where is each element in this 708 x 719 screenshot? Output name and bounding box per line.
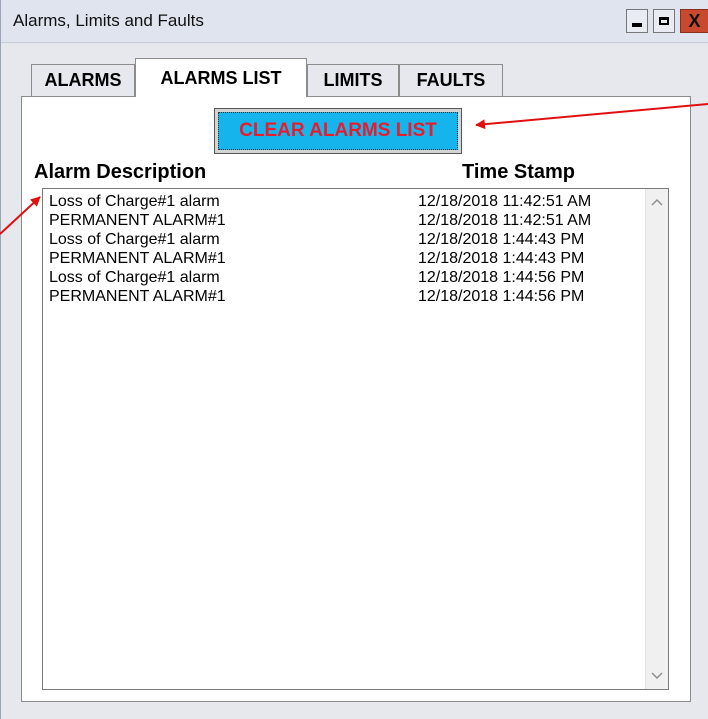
title-bar[interactable]: Alarms, Limits and Faults X (1, 0, 708, 43)
tab-faults[interactable]: FAULTS (399, 64, 503, 96)
tab-alarms[interactable]: ALARMS (31, 64, 135, 96)
alarm-timestamp: 12/18/2018 1:44:43 PM (418, 231, 585, 248)
alarm-timestamp: 12/18/2018 11:42:51 AM (418, 212, 592, 229)
tab-alarms-list[interactable]: ALARMS LIST (135, 58, 307, 97)
chevron-down-icon (651, 672, 663, 679)
alarm-timestamp: 12/18/2018 1:44:43 PM (418, 250, 585, 267)
alarm-timestamp: 12/18/2018 1:44:56 PM (418, 288, 585, 305)
clear-alarms-list-label: CLEAR ALARMS LIST (218, 112, 458, 150)
alarms-list-panel: CLEAR ALARMS LIST Alarm Description Time… (21, 96, 691, 702)
table-row[interactable]: PERMANENT ALARM#1 12/18/2018 1:44:56 PM (43, 288, 643, 307)
table-row[interactable]: PERMANENT ALARM#1 12/18/2018 11:42:51 AM (43, 212, 643, 231)
scroll-down-button[interactable] (646, 665, 668, 687)
alarm-description: PERMANENT ALARM#1 (49, 250, 226, 267)
alarms-listbox[interactable]: Loss of Charge#1 alarm 12/18/2018 11:42:… (42, 188, 669, 690)
tab-limits[interactable]: LIMITS (307, 64, 399, 96)
close-button[interactable]: X (680, 9, 708, 33)
alarm-description: PERMANENT ALARM#1 (49, 212, 226, 229)
column-header-description: Alarm Description (34, 161, 207, 183)
alarm-description: PERMANENT ALARM#1 (49, 288, 226, 305)
alarms-window: Alarms, Limits and Faults X ALARMS ALARM… (0, 0, 708, 719)
table-row[interactable]: Loss of Charge#1 alarm 12/18/2018 1:44:4… (43, 231, 643, 250)
close-icon: X (688, 10, 701, 31)
scroll-up-button[interactable] (646, 191, 668, 213)
alarm-timestamp: 12/18/2018 1:44:56 PM (418, 269, 585, 286)
minimize-icon (632, 23, 642, 27)
alarm-description: Loss of Charge#1 alarm (49, 231, 220, 248)
window-title: Alarms, Limits and Faults (13, 11, 204, 30)
table-row[interactable]: Loss of Charge#1 alarm 12/18/2018 1:44:5… (43, 269, 643, 288)
maximize-icon (659, 17, 669, 25)
table-row[interactable]: PERMANENT ALARM#1 12/18/2018 1:44:43 PM (43, 250, 643, 269)
vertical-scrollbar[interactable] (645, 189, 668, 689)
minimize-button[interactable] (626, 9, 648, 33)
column-header-timestamp: Time Stamp (462, 161, 575, 183)
alarm-description: Loss of Charge#1 alarm (49, 269, 220, 286)
clear-alarms-list-button[interactable]: CLEAR ALARMS LIST (214, 108, 462, 154)
maximize-button[interactable] (653, 9, 675, 33)
alarm-description: Loss of Charge#1 alarm (49, 193, 220, 210)
alarm-rows: Loss of Charge#1 alarm 12/18/2018 11:42:… (43, 193, 643, 307)
alarm-timestamp: 12/18/2018 11:42:51 AM (418, 193, 592, 210)
chevron-up-icon (651, 199, 663, 206)
table-row[interactable]: Loss of Charge#1 alarm 12/18/2018 11:42:… (43, 193, 643, 212)
